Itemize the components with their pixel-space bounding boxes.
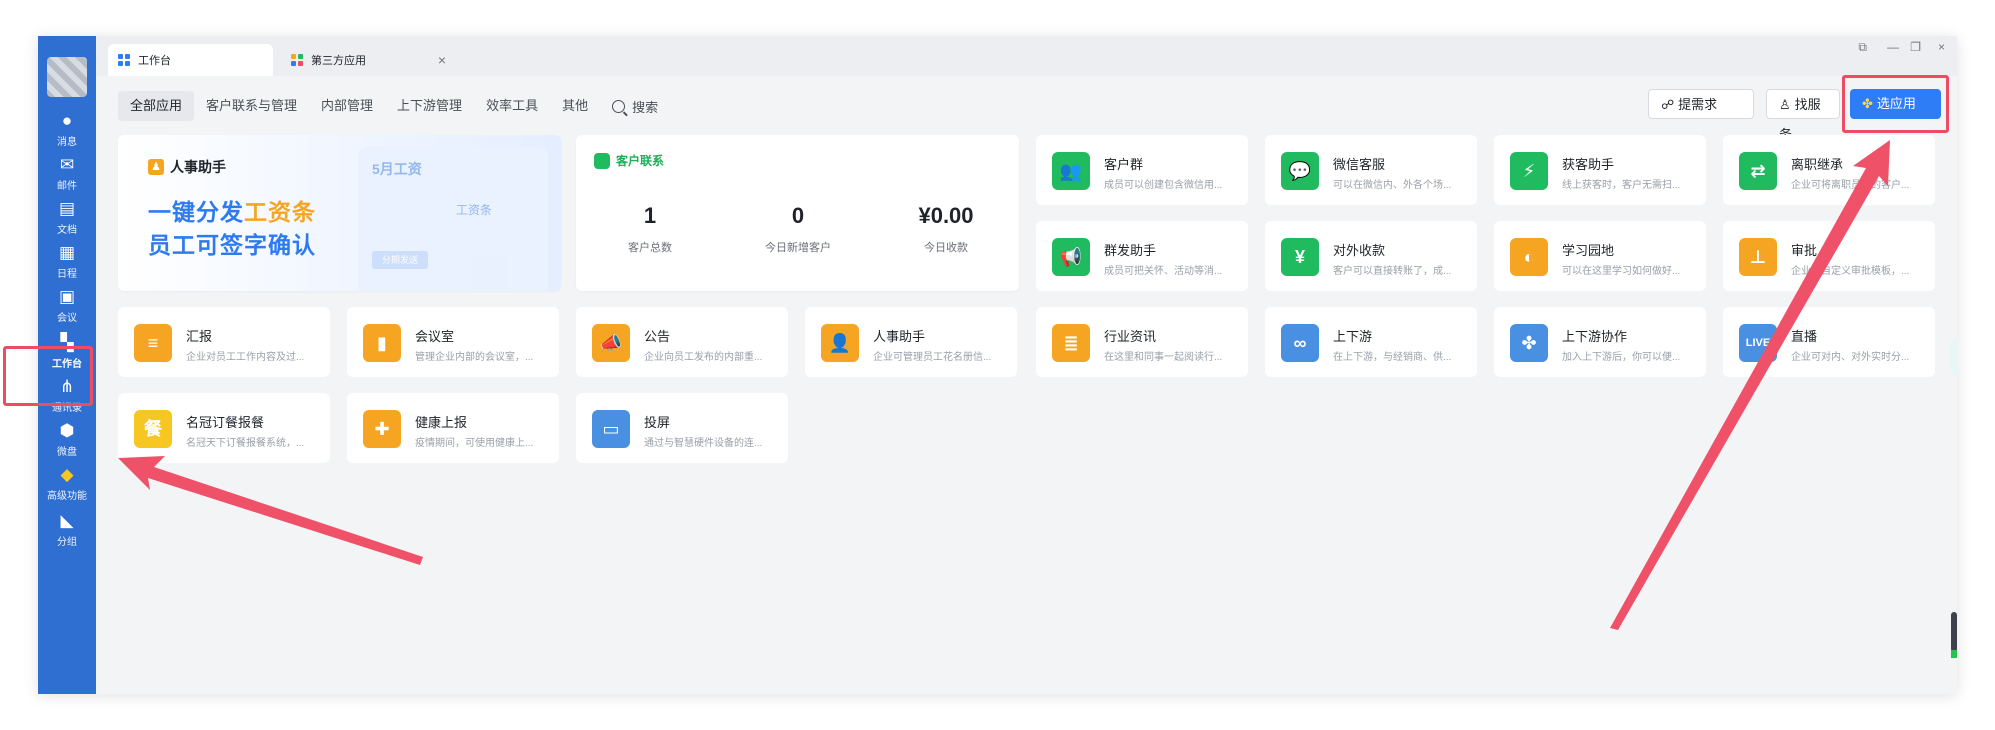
arrow-to-workbench — [118, 456, 423, 565]
annotation-arrows — [118, 140, 1890, 630]
arrow-to-choose-app — [1610, 140, 1890, 630]
